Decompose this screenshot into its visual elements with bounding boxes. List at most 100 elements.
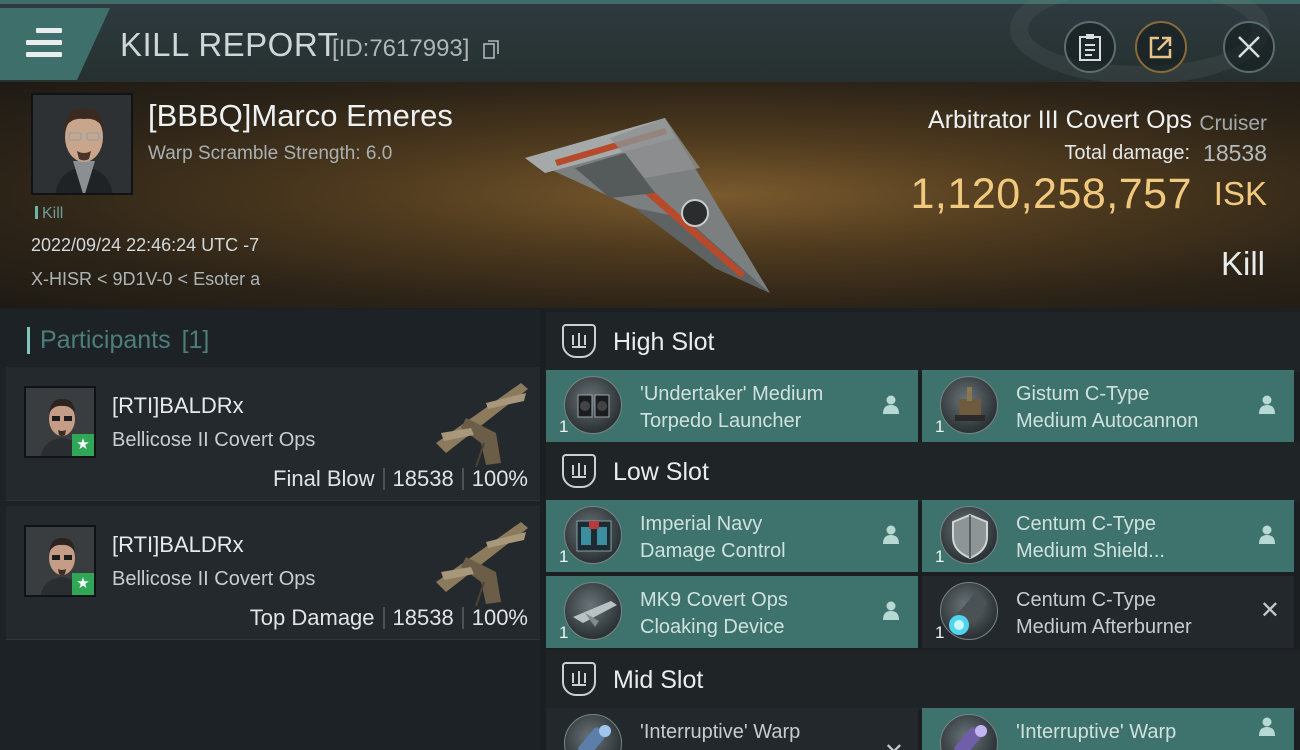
divider: [382, 468, 385, 490]
cloaking-device-icon: [564, 582, 622, 640]
autocannon-icon: [940, 376, 998, 434]
module-quantity: 1: [935, 623, 945, 642]
person-icon: [1259, 395, 1275, 414]
module-quantity: 1: [935, 417, 945, 436]
close-icon: [1238, 36, 1260, 58]
participant-percent: 100%: [471, 605, 528, 630]
total-damage-label: Total damage:: [1064, 142, 1190, 164]
module-name-line-2: Torpedo Launcher: [640, 410, 802, 432]
participant-card[interactable]: ★ [RTI]BALDRx Bellicose II Covert Ops Fi…: [6, 367, 540, 501]
victim-ship-image[interactable]: [515, 98, 785, 298]
kill-tag: Kill: [35, 205, 63, 223]
slot-header-high: High Slot: [546, 312, 1300, 372]
module-name-line-1: MK9 Covert Ops: [640, 589, 788, 611]
module-name-line-1: 'Interruptive' Warp: [640, 721, 801, 743]
kill-datetime: 2022/09/24 22:46:24 UTC -7: [31, 235, 260, 255]
warp-scramble-strength: Warp Scramble Strength: 6.0: [148, 143, 393, 164]
victim-banner: [BBBQ]Marco Emeres Warp Scramble Strengt…: [0, 82, 1300, 308]
slot-title: Low Slot: [613, 458, 709, 486]
module-name-line-1: 'Interruptive' Warp: [1016, 721, 1177, 743]
participant-ship-image[interactable]: [426, 512, 536, 607]
participant-stats: Top Damage 18538 100%: [250, 605, 528, 631]
star-badge-icon: ★: [72, 434, 94, 456]
destroyed-x-icon: ✕: [1259, 597, 1280, 624]
module-name-line-1: 'Undertaker' Medium: [640, 383, 824, 405]
module-name: Imperial Navy Damage Control: [640, 511, 786, 565]
participant-damage: 18538: [392, 466, 454, 491]
module-quantity: 1: [935, 547, 945, 566]
divider: [382, 607, 385, 629]
module-name: MK9 Covert Ops Cloaking Device: [640, 587, 788, 641]
person-icon: [1259, 525, 1275, 544]
slot-header-low: Low Slot: [546, 442, 1300, 502]
module-item[interactable]: 1 'Undertaker' Medium Torpedo Launcher: [546, 370, 918, 442]
participant-ship: Bellicose II Covert Ops: [112, 568, 316, 590]
module-item[interactable]: 'Interruptive' Warp ✕: [546, 708, 918, 750]
module-name: 'Interruptive' Warp: [1016, 719, 1176, 746]
person-icon: [883, 525, 899, 544]
portrait-icon: [33, 95, 131, 193]
participants-panel: Participants [1] ★ [RTI]BALDRx Bellicose…: [0, 310, 540, 750]
module-quantity: 1: [559, 417, 569, 436]
module-name: Centum C-Type Medium Shield...: [1016, 511, 1165, 565]
participants-title: Participants [1]: [27, 326, 209, 355]
module-quantity: 1: [559, 547, 569, 566]
participant-role: Final Blow: [273, 466, 375, 491]
menu-icon: [26, 28, 62, 58]
participant-stats: Final Blow 18538 100%: [273, 466, 528, 492]
low-slot-icon: [562, 454, 596, 488]
person-icon: [883, 601, 899, 620]
fitting-panel: High Slot 1 'Undertaker' Medium Torpedo …: [540, 310, 1300, 750]
participant-name[interactable]: [RTI]BALDRx: [112, 393, 244, 419]
slot-title: High Slot: [613, 328, 715, 356]
module-name-line-1: Centum C-Type: [1016, 513, 1157, 535]
module-item[interactable]: 1 Centum C-Type Medium Shield...: [922, 500, 1294, 572]
module-name: 'Undertaker' Medium Torpedo Launcher: [640, 381, 823, 435]
module-name-line-2: Medium Shield...: [1016, 540, 1165, 562]
participant-avatar[interactable]: ★: [24, 386, 96, 458]
slot-title: Mid Slot: [613, 666, 704, 694]
afterburner-icon: [940, 582, 998, 640]
warp-disruptor-icon: [564, 714, 622, 750]
participant-card[interactable]: ★ [RTI]BALDRx Bellicose II Covert Ops To…: [6, 506, 540, 640]
participant-ship-image[interactable]: [426, 373, 536, 468]
share-icon: [1149, 36, 1172, 59]
module-name-line-1: Imperial Navy: [640, 513, 763, 535]
module-name: Gistum C-Type Medium Autocannon: [1016, 381, 1198, 435]
page-title: KILL REPORT: [120, 26, 339, 63]
menu-button[interactable]: [0, 8, 110, 80]
clipboard-button[interactable]: [1064, 21, 1116, 73]
mid-slot-icon: [562, 662, 596, 696]
close-button[interactable]: [1223, 21, 1275, 73]
module-name-line-2: Medium Autocannon: [1016, 410, 1199, 432]
module-item[interactable]: 1 Gistum C-Type Medium Autocannon: [922, 370, 1294, 442]
person-icon: [883, 395, 899, 414]
isk-value: 1,120,258,757: [910, 170, 1192, 218]
kill-result: Kill: [1220, 245, 1265, 282]
torpedo-launcher-icon: [564, 376, 622, 434]
report-id: [ID:7617993]: [332, 35, 470, 62]
victim-avatar[interactable]: [31, 93, 133, 195]
kill-location[interactable]: X-HISR < 9D1V-0 < Esoter a: [31, 269, 260, 290]
divider: [461, 607, 464, 629]
victim-ship-name[interactable]: Arbitrator III Covert Ops: [928, 106, 1192, 135]
high-slot-icon: [562, 324, 596, 358]
copy-icon[interactable]: [483, 40, 499, 59]
module-item[interactable]: 'Interruptive' Warp: [922, 708, 1294, 750]
module-item[interactable]: 1 Imperial Navy Damage Control: [546, 500, 918, 572]
shield-icon: [940, 506, 998, 564]
clipboard-icon: [1079, 34, 1101, 61]
total-damage-value: 18538: [1203, 140, 1267, 166]
victim-name[interactable]: [BBBQ]Marco Emeres: [148, 98, 453, 134]
participant-name[interactable]: [RTI]BALDRx: [112, 532, 244, 558]
star-badge-icon: ★: [72, 573, 94, 595]
module-name-line-1: Centum C-Type: [1016, 589, 1157, 611]
participant-avatar[interactable]: ★: [24, 525, 96, 597]
module-name-line-2: Cloaking Device: [640, 616, 785, 638]
module-item[interactable]: 1 MK9 Covert Ops Cloaking Device: [546, 576, 918, 648]
participant-damage: 18538: [392, 605, 454, 630]
person-icon: [1259, 717, 1275, 736]
module-name: 'Interruptive' Warp: [640, 719, 800, 746]
module-item[interactable]: 1 Centum C-Type Medium Afterburner ✕: [922, 576, 1294, 648]
share-button[interactable]: [1135, 21, 1187, 73]
